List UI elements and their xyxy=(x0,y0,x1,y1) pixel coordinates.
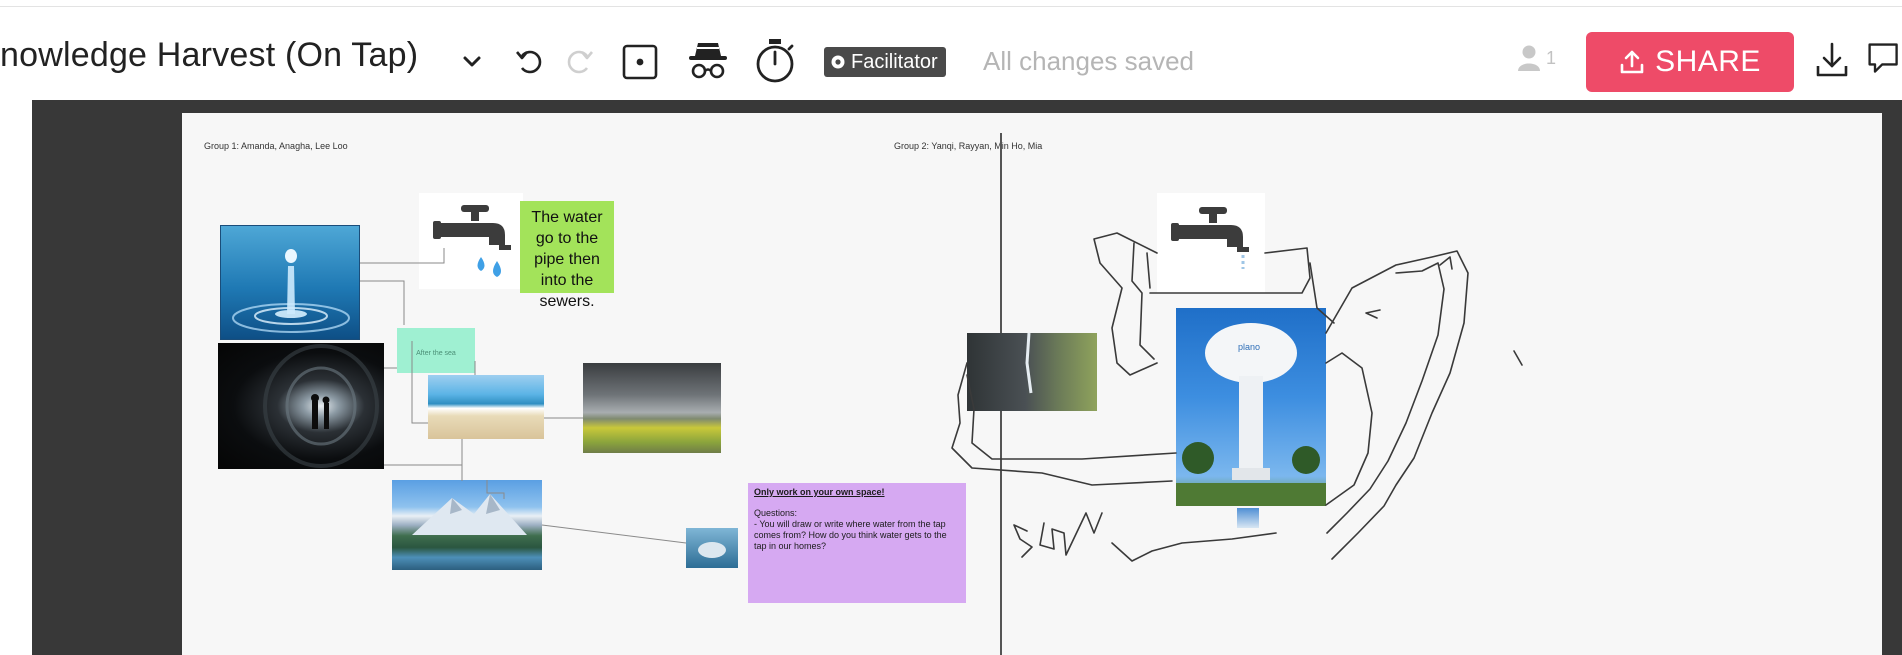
timer-icon[interactable] xyxy=(752,36,798,86)
chevron-down-icon[interactable] xyxy=(458,46,486,76)
undo-icon[interactable] xyxy=(511,42,549,80)
whiteboard[interactable]: Group 1: Amanda, Anagha, Lee Loo Group 2… xyxy=(182,113,1882,655)
dice-icon[interactable] xyxy=(618,40,662,84)
share-label: SHARE xyxy=(1655,45,1761,78)
facilitator-badge[interactable]: Facilitator xyxy=(824,47,946,77)
board-title[interactable]: nowledge Harvest (On Tap) xyxy=(0,36,418,75)
drawing-layer xyxy=(360,232,1523,562)
active-users[interactable]: 1 xyxy=(1516,44,1556,72)
share-button[interactable]: SHARE xyxy=(1586,32,1794,92)
gear-icon xyxy=(831,55,845,69)
hand-drawn-pipes xyxy=(951,232,1523,562)
comment-icon[interactable] xyxy=(1866,36,1902,82)
app-window: nowledge Harvest (On Tap) Facilitator Al… xyxy=(0,0,1902,655)
canvas-area[interactable]: Group 1: Amanda, Anagha, Lee Loo Group 2… xyxy=(32,100,1902,655)
facilitator-label: Facilitator xyxy=(851,50,938,73)
redo-icon[interactable] xyxy=(560,42,598,80)
toolbar: nowledge Harvest (On Tap) Facilitator Al… xyxy=(0,8,1902,100)
user-icon xyxy=(1518,45,1540,71)
user-count: 1 xyxy=(1546,47,1557,68)
save-status: All changes saved xyxy=(983,46,1195,76)
download-icon[interactable] xyxy=(1812,38,1852,82)
top-divider xyxy=(0,6,1902,7)
connector-line xyxy=(360,248,445,264)
upload-icon xyxy=(1620,50,1644,74)
incognito-icon[interactable] xyxy=(684,38,732,84)
